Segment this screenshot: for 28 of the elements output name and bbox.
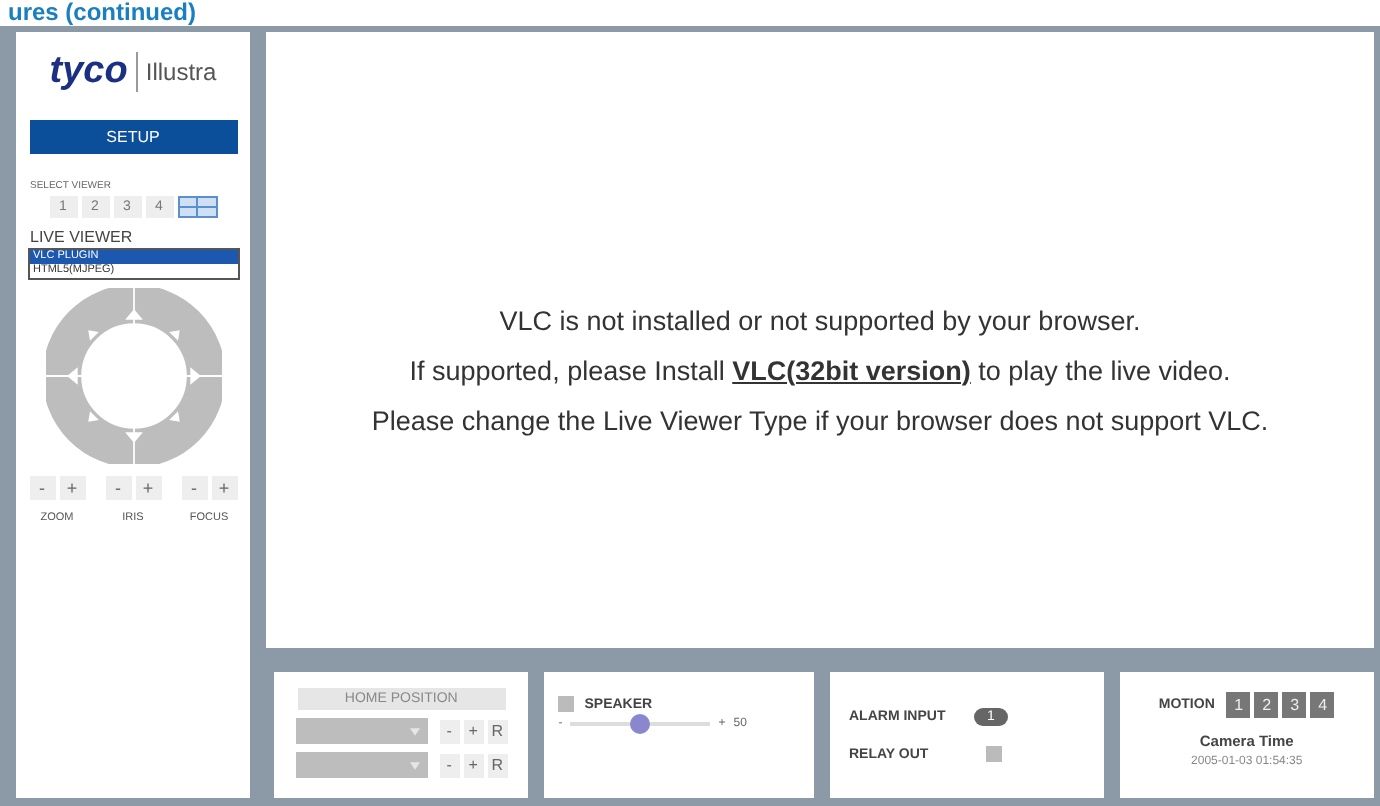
setup-button[interactable]: SETUP xyxy=(29,120,237,154)
message-text: Please change the Live Viewer Type if your browser does not support VLC. xyxy=(371,405,1269,435)
minus-button[interactable]: - xyxy=(29,476,55,500)
plus-button[interactable]: + xyxy=(135,476,161,500)
minus-button[interactable]: - xyxy=(181,476,207,500)
ptz-pad-drawing[interactable] xyxy=(45,288,221,464)
slider-thumb[interactable] xyxy=(630,714,651,734)
caret-icon xyxy=(409,727,420,735)
plus-button[interactable]: + xyxy=(211,476,237,500)
live-viewer-label: LIVE VIEWER xyxy=(30,228,133,246)
motion-zone-indicator: 2 xyxy=(1254,692,1279,718)
message-text: VLC is not installed or not supported by your browser. xyxy=(499,305,1141,335)
page-heading: ures (continued) xyxy=(6,0,199,26)
message-text: If supported, please Install VLC(32bit version) to play the live video. xyxy=(409,355,1231,385)
preset-dropdown[interactable] xyxy=(295,752,428,778)
motion-zone-indicator: 3 xyxy=(1282,692,1307,718)
preset-dropdown[interactable] xyxy=(295,718,428,744)
relay-out-checkbox[interactable] xyxy=(985,746,1001,762)
quad-view-button[interactable] xyxy=(177,196,217,218)
download-link[interactable]: VLC(32bit version) xyxy=(732,355,971,385)
caret-icon xyxy=(409,761,420,769)
plus-button[interactable]: + xyxy=(59,476,85,500)
minus-button[interactable]: - xyxy=(105,476,131,500)
speaker-checkbox[interactable] xyxy=(558,696,575,712)
brand-name: Illustra xyxy=(145,58,217,86)
motion-zone-indicator: 1 xyxy=(1226,692,1251,718)
brand-logo: tyco xyxy=(49,52,138,92)
motion-zone-indicator: 4 xyxy=(1310,692,1335,718)
